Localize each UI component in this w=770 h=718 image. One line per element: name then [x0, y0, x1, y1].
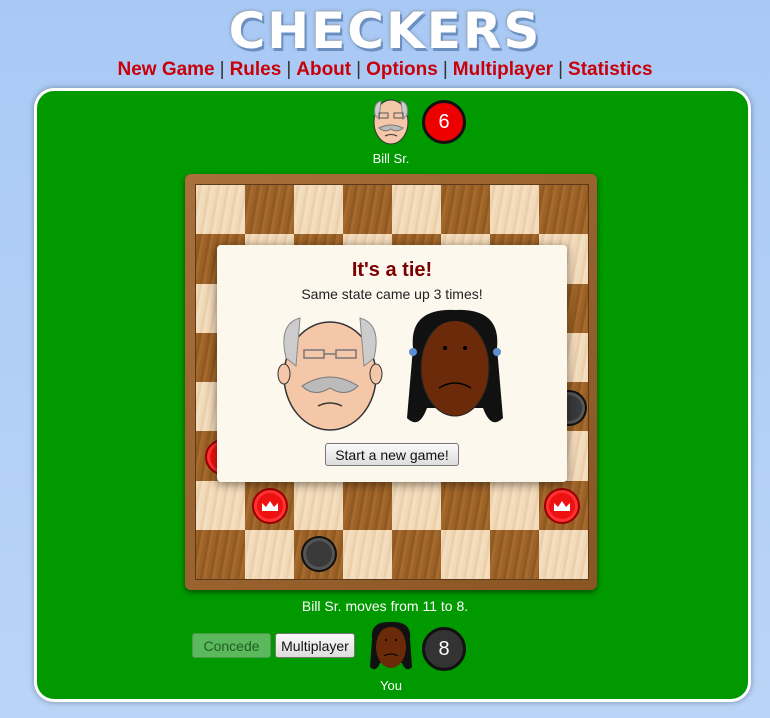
board-square	[490, 480, 539, 530]
board-square[interactable]	[490, 529, 539, 579]
player-avatar	[370, 621, 412, 670]
nav-options[interactable]: Options	[366, 59, 438, 80]
move-status: Bill Sr. moves from 11 to 8.	[301, 598, 469, 614]
crown-icon	[262, 501, 278, 511]
board-square[interactable]	[392, 529, 441, 579]
board-square	[294, 480, 343, 530]
nav-statistics[interactable]: Statistics	[568, 59, 652, 80]
opponent-piece-count: 6	[422, 100, 466, 144]
board-square[interactable]	[539, 185, 588, 235]
game-title: CHECKERS	[228, 2, 542, 60]
nav-separator: |	[558, 59, 564, 80]
board-square	[539, 529, 588, 579]
board-square	[490, 185, 539, 235]
dialog-title: It's a tie!	[351, 259, 433, 281]
nav-separator: |	[219, 59, 225, 80]
nav-multiplayer[interactable]: Multiplayer	[453, 59, 553, 80]
board-square	[294, 185, 343, 235]
crown-icon	[554, 501, 570, 511]
player-name: You	[380, 678, 402, 693]
board-square	[441, 529, 490, 579]
opponent-face	[277, 317, 383, 431]
board-square	[196, 185, 245, 235]
red-king-piece[interactable]	[544, 488, 580, 524]
player-piece-count: 8	[422, 627, 466, 671]
board-square[interactable]	[196, 529, 245, 579]
board-square[interactable]	[441, 480, 490, 530]
black-piece[interactable]	[301, 536, 337, 572]
board-square[interactable]	[245, 185, 294, 235]
nav-about[interactable]: About	[296, 59, 351, 80]
nav-new-game[interactable]: New Game	[117, 59, 214, 80]
game-over-dialog: It's a tie! Same state came up 3 times! …	[217, 245, 567, 482]
player-face	[407, 309, 503, 423]
nav-separator: |	[356, 59, 362, 80]
board-square	[392, 185, 441, 235]
opponent-name: Bill Sr.	[372, 151, 410, 166]
board-square	[392, 480, 441, 530]
board-square	[196, 480, 245, 530]
red-king-piece[interactable]	[252, 488, 288, 524]
nav-rules[interactable]: Rules	[230, 59, 282, 80]
nav-separator: |	[442, 59, 448, 80]
board-square[interactable]	[441, 185, 490, 235]
dialog-message: Same state came up 3 times!	[301, 286, 483, 302]
nav-separator: |	[286, 59, 292, 80]
board-square	[245, 529, 294, 579]
multiplayer-button[interactable]: Multiplayer	[275, 633, 355, 658]
board-square[interactable]	[343, 185, 392, 235]
start-new-game-button[interactable]: Start a new game!	[325, 443, 459, 466]
board-square	[343, 529, 392, 579]
concede-button[interactable]: Concede	[192, 633, 271, 658]
board-square[interactable]	[343, 480, 392, 530]
opponent-avatar	[373, 99, 409, 145]
main-nav: New Game | Rules | About | Options | Multiplayer…	[0, 59, 770, 81]
